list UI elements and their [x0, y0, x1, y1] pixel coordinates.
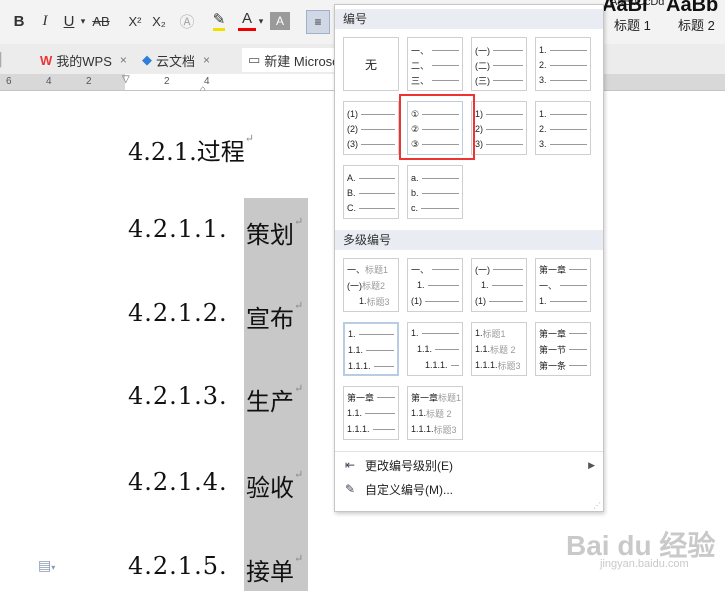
numbering-option-right-paren[interactable]: 1) 2) 3) — [471, 101, 527, 155]
ruler-number: 2 — [86, 76, 92, 87]
heading-text: 接单 ↵ — [246, 552, 304, 586]
strikethrough-button[interactable]: AB — [90, 8, 112, 34]
close-icon[interactable]: × — [203, 53, 210, 67]
style-label-heading2[interactable]: 标题 2 — [678, 15, 715, 34]
tab-overflow-marker: ▏ — [0, 52, 10, 67]
change-numbering-level-item[interactable]: ⇤ 更改编号级别(E) ▶ — [335, 453, 603, 477]
heading-number: 4.2.1.3. — [128, 382, 228, 410]
tab-label: 我的WPS — [56, 53, 112, 69]
heading-4-2-1-5[interactable]: 4.2.1.5. — [128, 552, 228, 580]
numbering-option-chinese-paren[interactable]: (一) (二) (三) — [471, 37, 527, 91]
heading-text: 验收 ↵ — [246, 468, 304, 502]
bold-button[interactable]: B — [10, 8, 28, 34]
font-color-dropdown-icon[interactable]: ▾ — [256, 8, 266, 34]
highlight-button[interactable]: ✎ — [208, 8, 230, 34]
close-icon[interactable]: × — [120, 53, 127, 67]
italic-button[interactable]: I — [36, 8, 54, 34]
cloud-doc-icon: ◆ — [142, 52, 152, 67]
heading-4-2-1-4[interactable]: 4.2.1.4. — [128, 468, 228, 496]
heading-4-2-1-2[interactable]: 4.2.1.2. — [128, 299, 228, 327]
paragraph-mark-icon: ↵ — [244, 132, 254, 145]
ruler-number: 4 — [46, 76, 52, 87]
paragraph-mark-icon: ↵ — [294, 299, 304, 312]
multilevel-option-7[interactable]: 1. 标题1 1.1. 标题 2 1.1.1. 标题3 — [471, 322, 527, 376]
numbering-option-decimal[interactable]: 1. 2. 3. — [535, 37, 591, 91]
multilevel-option-9[interactable]: 第一章 1.1. 1.1.1. — [343, 386, 399, 440]
ruler-text-area — [125, 74, 335, 90]
heading-text: 宣布 ↵ — [246, 299, 304, 333]
subscript-button[interactable]: X₂ — [148, 8, 170, 34]
heading-4-2-1-1[interactable]: 4.2.1.1. — [128, 215, 228, 243]
tab-my-wps[interactable]: W 我的WPS × — [40, 48, 127, 72]
multilevel-option-2[interactable]: 一、 1. (1) — [407, 258, 463, 312]
indent-level-icon: ⇤ — [344, 458, 356, 472]
multilevel-option-10[interactable]: 第一章 标题1 1.1. 标题 2 1.1.1. 标题3 — [407, 386, 463, 440]
char-shading-button[interactable]: A — [270, 12, 290, 30]
underline-dropdown-icon[interactable]: ▾ — [78, 8, 88, 34]
superscript-button[interactable]: X² — [124, 8, 146, 34]
paragraph-mark-icon: ↵ — [294, 552, 304, 565]
align-left-button[interactable]: ≡ — [306, 10, 330, 34]
indent-marker-icon[interactable]: ▽ — [122, 74, 130, 85]
heading-number: 4.2.1.4. — [128, 468, 228, 496]
style-label-heading1[interactable]: 标题 1 — [614, 15, 651, 34]
paragraph-mark-icon: ↵ — [294, 468, 304, 481]
watermark-url: jingyan.baidu.com — [600, 558, 689, 570]
tab-cloud-docs[interactable]: ◆ 云文档 × — [142, 48, 210, 72]
multilevel-option-5[interactable]: 1. 1.1. 1.1.1. — [343, 322, 399, 376]
submenu-arrow-icon: ▶ — [588, 459, 595, 470]
menu-label: 更改编号级别(E) — [365, 458, 453, 473]
multilevel-option-4[interactable]: 第一章 一、 1. — [535, 258, 591, 312]
heading-number: 4.2.1. — [128, 138, 197, 166]
numbering-option-lower-alpha[interactable]: a. b. c. — [407, 165, 463, 219]
numbering-dropdown: 编号 无 一、 二、 三、 (一) (二) (三) 1. 2. 3. (1) (… — [334, 4, 604, 512]
menu-label: 自定义编号(M)... — [365, 482, 453, 497]
document-icon: ▭ — [248, 52, 261, 67]
heading-number: 4.2.1.2. — [128, 299, 228, 327]
numbering-option-none[interactable]: 无 — [343, 37, 399, 91]
custom-numbering-item[interactable]: ✎ 自定义编号(M)... — [335, 477, 603, 501]
text-effect-icon[interactable]: Ⓐ — [178, 8, 196, 34]
tab-new-document[interactable]: ▭ 新建 Microso — [242, 48, 346, 72]
multilevel-option-1[interactable]: 一、 标题1 (一) 标题2 1. 标题3 — [343, 258, 399, 312]
tab-label: 新建 Microso — [264, 53, 340, 69]
menu-divider — [335, 451, 603, 452]
heading-text: 策划 ↵ — [246, 215, 304, 249]
underline-button[interactable]: U — [60, 8, 78, 34]
multilevel-option-6[interactable]: 1. 1.1. 1.1.1. — [407, 322, 463, 376]
document-outline-icon[interactable]: ▤▾ — [38, 557, 55, 574]
numbering-option-chinese[interactable]: 一、 二、 三、 — [407, 37, 463, 91]
tab-label: 云文档 — [156, 53, 196, 69]
font-color-button[interactable]: A — [238, 8, 256, 31]
multilevel-option-8[interactable]: 第一章 第一节 第一条 — [535, 322, 591, 376]
pencil-icon: ✎ — [344, 482, 356, 496]
paragraph-mark-icon: ↵ — [294, 382, 304, 395]
ruler-number: 6 — [6, 76, 12, 87]
multilevel-option-3[interactable]: (一) 1. (1) — [471, 258, 527, 312]
heading-text: 生产 ↵ — [246, 382, 304, 416]
numbering-option-upper-alpha[interactable]: A. B. C. — [343, 165, 399, 219]
ruler-number: 2 — [164, 76, 170, 87]
heading-4-2-1-3[interactable]: 4.2.1.3. — [128, 382, 228, 410]
wps-icon: W — [40, 52, 53, 68]
multilevel-section-title: 多级编号 — [335, 230, 603, 250]
paragraph-mark-icon: ↵ — [294, 215, 304, 228]
selection-highlight-box — [399, 94, 475, 160]
numbering-option-decimal-2[interactable]: 1. 2. 3. — [535, 101, 591, 155]
heading-number: 4.2.1.5. — [128, 552, 228, 580]
heading-text: 过程 — [196, 138, 245, 166]
numbering-option-paren-decimal[interactable]: (1) (2) (3) — [343, 101, 399, 155]
heading-number: 4.2.1.1. — [128, 215, 228, 243]
numbering-section-title: 编号 — [335, 9, 603, 29]
heading-4-2-1[interactable]: 4.2.1.过程 ↵ — [128, 132, 254, 167]
resize-grip-icon[interactable]: ⋰ — [593, 501, 601, 510]
